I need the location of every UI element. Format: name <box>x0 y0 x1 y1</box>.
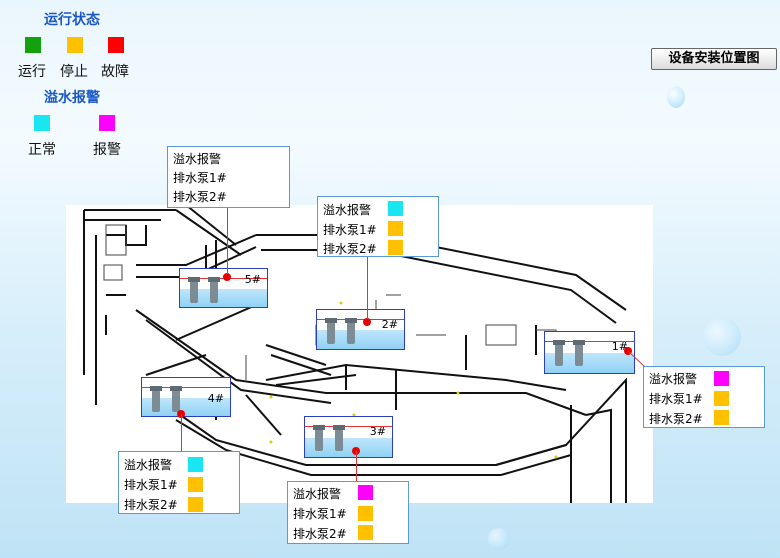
overflow-alarm-swatch <box>99 115 115 131</box>
status-running-swatch <box>25 37 41 53</box>
overflow-indicator <box>388 201 403 216</box>
pump-icon <box>188 277 200 303</box>
overflow-indicator <box>358 485 373 500</box>
station-label: 3# <box>369 425 386 438</box>
station-2-leader <box>367 256 368 319</box>
overflow-legend-title: 溢水报警 <box>44 90 100 106</box>
overflow-alarm-label: 溢水报警 <box>173 152 222 166</box>
pump-icon <box>150 386 162 412</box>
pump-icon <box>208 277 220 303</box>
overflow-alarm-label: 报警 <box>93 142 121 158</box>
pump-icon <box>553 340 565 366</box>
overflow-indicator <box>714 371 729 386</box>
pump-station-2[interactable]: 2# <box>316 309 405 350</box>
pump2-status-indicator <box>388 240 403 255</box>
status-panel-3: 溢水报警 排水泵1# 排水泵2# <box>287 481 409 544</box>
station-4-leader <box>181 414 182 452</box>
pump-icon <box>170 386 182 412</box>
status-panel-1: 溢水报警 排水泵1# 排水泵2# <box>643 366 765 428</box>
station-5-leader <box>227 207 228 274</box>
pump-icon <box>313 425 325 451</box>
station-label: 2# <box>381 318 398 331</box>
overflow-alarm-label: 溢水报警 <box>323 203 372 217</box>
pump1-label: 排水泵1# <box>124 478 178 492</box>
pump-icon <box>333 425 345 451</box>
station-3-leader <box>356 451 357 482</box>
pump1-label: 排水泵1# <box>173 171 227 185</box>
pump-icon <box>573 340 585 366</box>
pump-station-1[interactable]: 1# <box>544 331 635 374</box>
pump1-label: 排水泵1# <box>293 507 347 521</box>
status-panel-5: 溢水报警 排水泵1# 排水泵2# <box>167 146 290 208</box>
status-stopped-label: 停止 <box>60 64 88 80</box>
overflow-alarm-label: 溢水报警 <box>293 487 342 501</box>
status-panel-4: 溢水报警 排水泵1# 排水泵2# <box>118 451 240 514</box>
station-2-marker <box>363 318 371 326</box>
pump1-status-indicator <box>358 506 373 521</box>
water-drop-decoration <box>667 86 685 108</box>
pump2-label: 排水泵2# <box>173 190 227 204</box>
pump2-label: 排水泵2# <box>649 412 703 426</box>
status-fault-label: 故障 <box>101 64 129 80</box>
pump1-status-indicator <box>388 221 403 236</box>
pump2-status-indicator <box>714 410 729 425</box>
pump-station-3[interactable]: 3# <box>304 416 393 458</box>
overflow-alarm-label: 溢水报警 <box>649 372 698 386</box>
overflow-normal-swatch <box>34 115 50 131</box>
status-running-label: 运行 <box>18 64 46 80</box>
status-stopped-swatch <box>67 37 83 53</box>
pump1-status-indicator <box>714 391 729 406</box>
status-legend-title: 运行状态 <box>44 12 100 28</box>
station-label: 5# <box>244 273 261 286</box>
water-drop-decoration <box>703 318 741 356</box>
pump2-status-indicator <box>358 525 373 540</box>
station-label: 4# <box>207 392 224 405</box>
pump-icon <box>325 318 337 344</box>
status-fault-swatch <box>108 37 124 53</box>
station-5-marker <box>223 273 231 281</box>
pump-station-4[interactable]: 4# <box>141 377 231 417</box>
pump2-label: 排水泵2# <box>323 242 377 256</box>
pump1-status-indicator <box>188 477 203 492</box>
pump2-label: 排水泵2# <box>293 527 347 541</box>
pump2-label: 排水泵2# <box>124 498 178 512</box>
overflow-alarm-label: 溢水报警 <box>124 458 173 472</box>
status-panel-2: 溢水报警 排水泵1# 排水泵2# <box>317 196 439 257</box>
water-drop-decoration <box>488 528 510 550</box>
pump-icon <box>345 318 357 344</box>
pump1-label: 排水泵1# <box>649 392 703 406</box>
overflow-normal-label: 正常 <box>28 142 56 158</box>
pump1-label: 排水泵1# <box>323 223 377 237</box>
equipment-location-button[interactable]: 设备安装位置图 <box>651 48 777 70</box>
overflow-indicator <box>188 457 203 472</box>
pump2-status-indicator <box>188 497 203 512</box>
